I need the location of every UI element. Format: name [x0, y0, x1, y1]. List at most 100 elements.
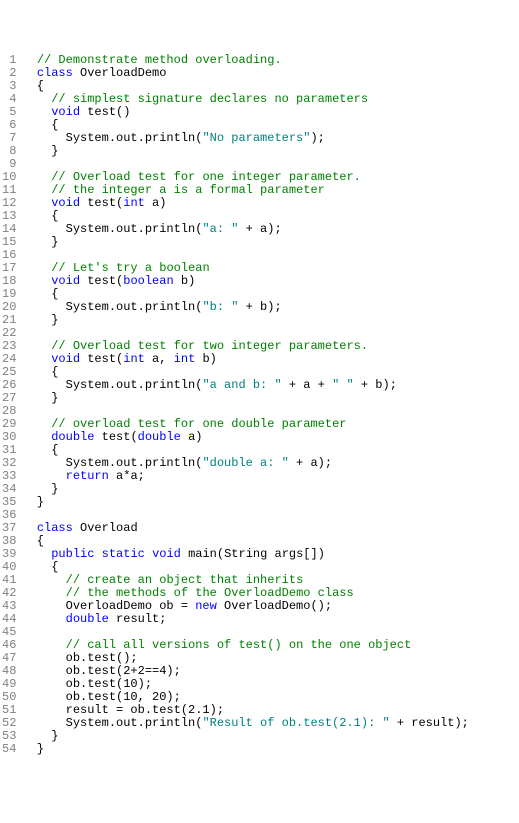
token-p: System.out.println( [22, 716, 202, 730]
token-type: void [51, 196, 80, 210]
token-p: a) [181, 430, 203, 444]
code-line: class OverloadDemo [22, 67, 468, 80]
token-p: System.out.println( [22, 300, 202, 314]
token-p [22, 261, 51, 275]
token-p: ob.test(2+2==4); [22, 664, 180, 678]
token-p: ob.test(10); [22, 677, 152, 691]
token-keyword: class [37, 66, 73, 80]
token-p: a*a; [109, 469, 145, 483]
token-p [22, 547, 51, 561]
token-ident: Overload [80, 521, 138, 535]
token-p: + result); [390, 716, 469, 730]
token-p [22, 339, 51, 353]
code-line: double result; [22, 613, 468, 626]
token-p [22, 430, 51, 444]
token-p: OverloadDemo(); [217, 599, 332, 613]
code-line: double test(double a) [22, 431, 468, 444]
token-p: + a + [282, 378, 332, 392]
token-comment: // simplest signature declares no parame… [51, 92, 368, 106]
token-p: b) [195, 352, 217, 366]
token-ident: test [87, 105, 116, 119]
token-type: int [123, 352, 145, 366]
token-p: { [22, 79, 44, 93]
code-line: } [22, 496, 468, 509]
token-string: "a: " [202, 222, 238, 236]
line-number: 54 [2, 743, 16, 756]
token-p: + b); [354, 378, 397, 392]
token-comment: // the methods of the OverloadDemo class [66, 586, 354, 600]
token-p: } [22, 391, 58, 405]
token-type: double [51, 430, 94, 444]
token-type: int [174, 352, 196, 366]
token-type: int [123, 196, 145, 210]
token-p [22, 53, 36, 67]
token-p [73, 521, 80, 535]
token-p: } [22, 313, 58, 327]
code-line: System.out.println("No parameters"); [22, 132, 468, 145]
token-p: { [22, 365, 58, 379]
token-p: { [22, 534, 44, 548]
token-p: } [22, 495, 44, 509]
token-string: "a and b: " [202, 378, 281, 392]
code-line: } [22, 730, 468, 743]
code-block: 1 2 3 4 5 6 7 8 910111213141516171819202… [0, 52, 519, 758]
token-keyword: static [102, 547, 145, 561]
token-ident: test [102, 430, 131, 444]
token-string: "No parameters" [202, 131, 310, 145]
token-p [94, 547, 101, 561]
token-ident: test [87, 196, 116, 210]
code-line: void test(boolean b) [22, 275, 468, 288]
token-comment: // create an object that inherits [66, 573, 304, 587]
token-p [22, 469, 65, 483]
code-line: } [22, 314, 468, 327]
token-p [22, 196, 51, 210]
token-p: { [22, 443, 58, 457]
token-p: { [22, 209, 58, 223]
token-p [22, 638, 65, 652]
token-p: ( [130, 430, 137, 444]
code-line: void test(int a) [22, 197, 468, 210]
token-p [22, 612, 65, 626]
token-p: } [22, 235, 58, 249]
token-type: double [66, 612, 109, 626]
token-string: "b: " [202, 300, 238, 314]
token-p: + a); [238, 222, 281, 236]
token-type: void [51, 105, 80, 119]
line-number-gutter: 1 2 3 4 5 6 7 8 910111213141516171819202… [0, 52, 22, 758]
token-p: + a); [289, 456, 332, 470]
code-line: } [22, 236, 468, 249]
token-p [22, 183, 51, 197]
token-type: double [138, 430, 181, 444]
token-p: a, [145, 352, 174, 366]
token-p: } [22, 742, 44, 756]
token-p [94, 430, 101, 444]
token-keyword: public [51, 547, 94, 561]
token-p [73, 66, 80, 80]
code-line: } [22, 392, 468, 405]
token-p: { [22, 560, 58, 574]
token-ident: test [87, 274, 116, 288]
token-ident: test [87, 352, 116, 366]
token-comment: // overload test for one double paramete… [51, 417, 346, 431]
code-lines: // Demonstrate method overloading. class… [22, 52, 468, 758]
code-line: void test(int a, int b) [22, 353, 468, 366]
code-line: System.out.println("Result of ob.test(2.… [22, 717, 468, 730]
code-line: void test() [22, 106, 468, 119]
code-line: System.out.println("b: " + b); [22, 301, 468, 314]
token-p: result = ob.test(2.1); [22, 703, 224, 717]
token-p [22, 352, 51, 366]
token-ident: OverloadDemo [80, 66, 166, 80]
token-type: void [51, 352, 80, 366]
token-p: { [22, 118, 58, 132]
token-p [22, 92, 51, 106]
token-ident: main [188, 547, 217, 561]
token-comment: // Demonstrate method overloading. [37, 53, 282, 67]
token-type: void [152, 547, 181, 561]
token-p: OverloadDemo ob = [22, 599, 195, 613]
code-line: System.out.println("a and b: " + a + " "… [22, 379, 468, 392]
token-keyword: return [66, 469, 109, 483]
token-keyword: new [195, 599, 217, 613]
token-p [22, 521, 36, 535]
token-p: ob.test(10, 20); [22, 690, 180, 704]
token-p [22, 66, 36, 80]
